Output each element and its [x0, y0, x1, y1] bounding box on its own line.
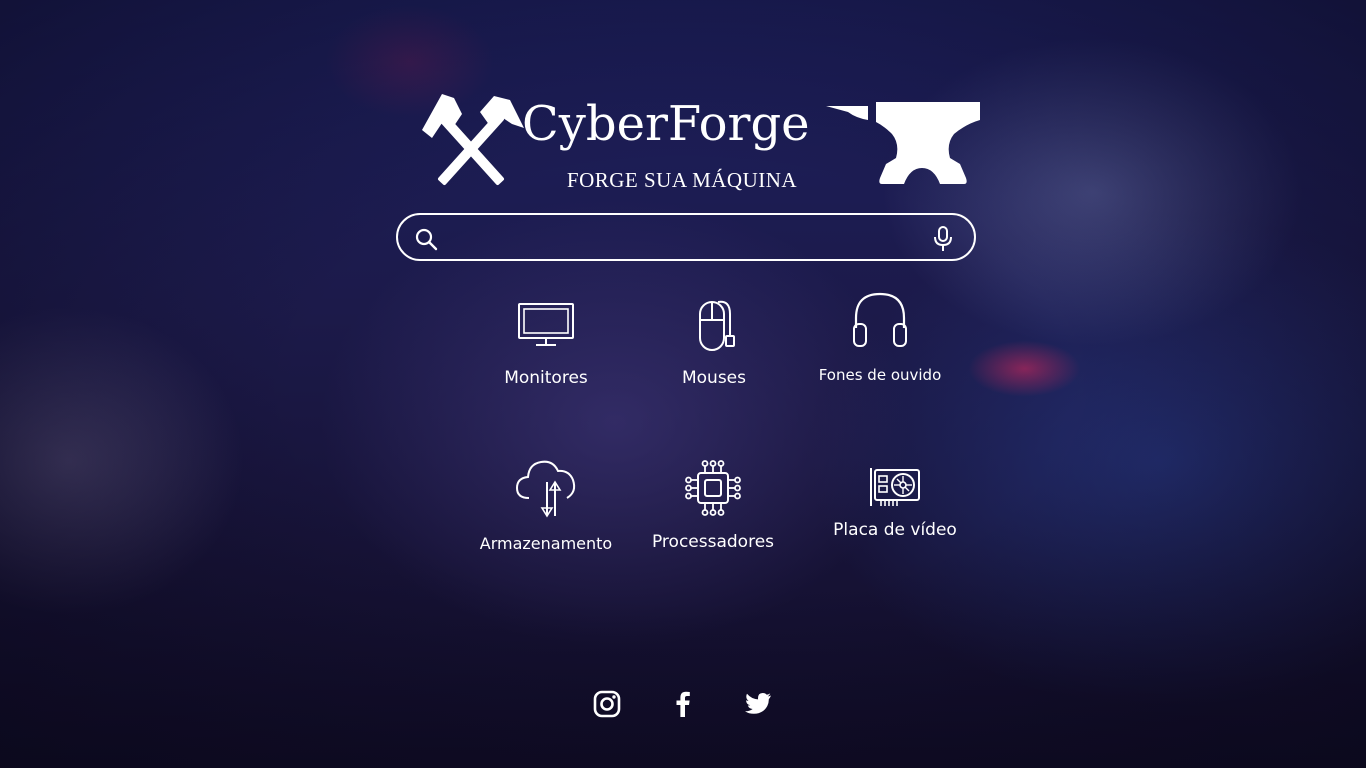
microphone-icon[interactable] — [932, 226, 954, 252]
category-label: Placa de vídeo — [833, 520, 957, 540]
monitor-icon — [518, 303, 574, 346]
category-label: Armazenamento — [479, 534, 613, 553]
search-input[interactable] — [450, 221, 914, 255]
mouse-icon — [699, 300, 735, 351]
category-fones-de-ouvido[interactable]: Fones de ouvido — [806, 290, 954, 384]
home-page: CyberForge FORGE SUA MÁQUINA Monitores M… — [0, 0, 1366, 768]
category-armazenamento[interactable]: Armazenamento — [470, 452, 622, 553]
category-processadores[interactable]: Processadores — [638, 458, 788, 552]
category-mouses[interactable]: Mouses — [654, 296, 774, 388]
graphics-card-icon — [870, 468, 920, 506]
category-label: Monitores — [504, 368, 588, 388]
category-label: Processadores — [651, 532, 775, 552]
crossed-hammers-icon — [422, 94, 524, 185]
processor-icon — [685, 460, 741, 516]
headphones-icon — [853, 292, 907, 347]
cloud-storage-icon — [515, 460, 576, 518]
anvil-icon — [826, 102, 980, 184]
category-placa-de-video[interactable]: Placa de vídeo — [820, 464, 970, 540]
instagram-icon[interactable] — [592, 689, 622, 719]
search-icon[interactable] — [414, 227, 438, 251]
search-bar[interactable] — [396, 213, 976, 261]
category-label: Fones de ouvido — [818, 366, 942, 384]
facebook-icon[interactable] — [668, 689, 698, 719]
brand-name: CyberForge — [522, 96, 810, 152]
twitter-icon[interactable] — [743, 689, 773, 719]
brand-tagline: FORGE SUA MÁQUINA — [566, 168, 798, 192]
category-monitores[interactable]: Monitores — [486, 298, 606, 388]
category-label: Mouses — [681, 368, 746, 388]
